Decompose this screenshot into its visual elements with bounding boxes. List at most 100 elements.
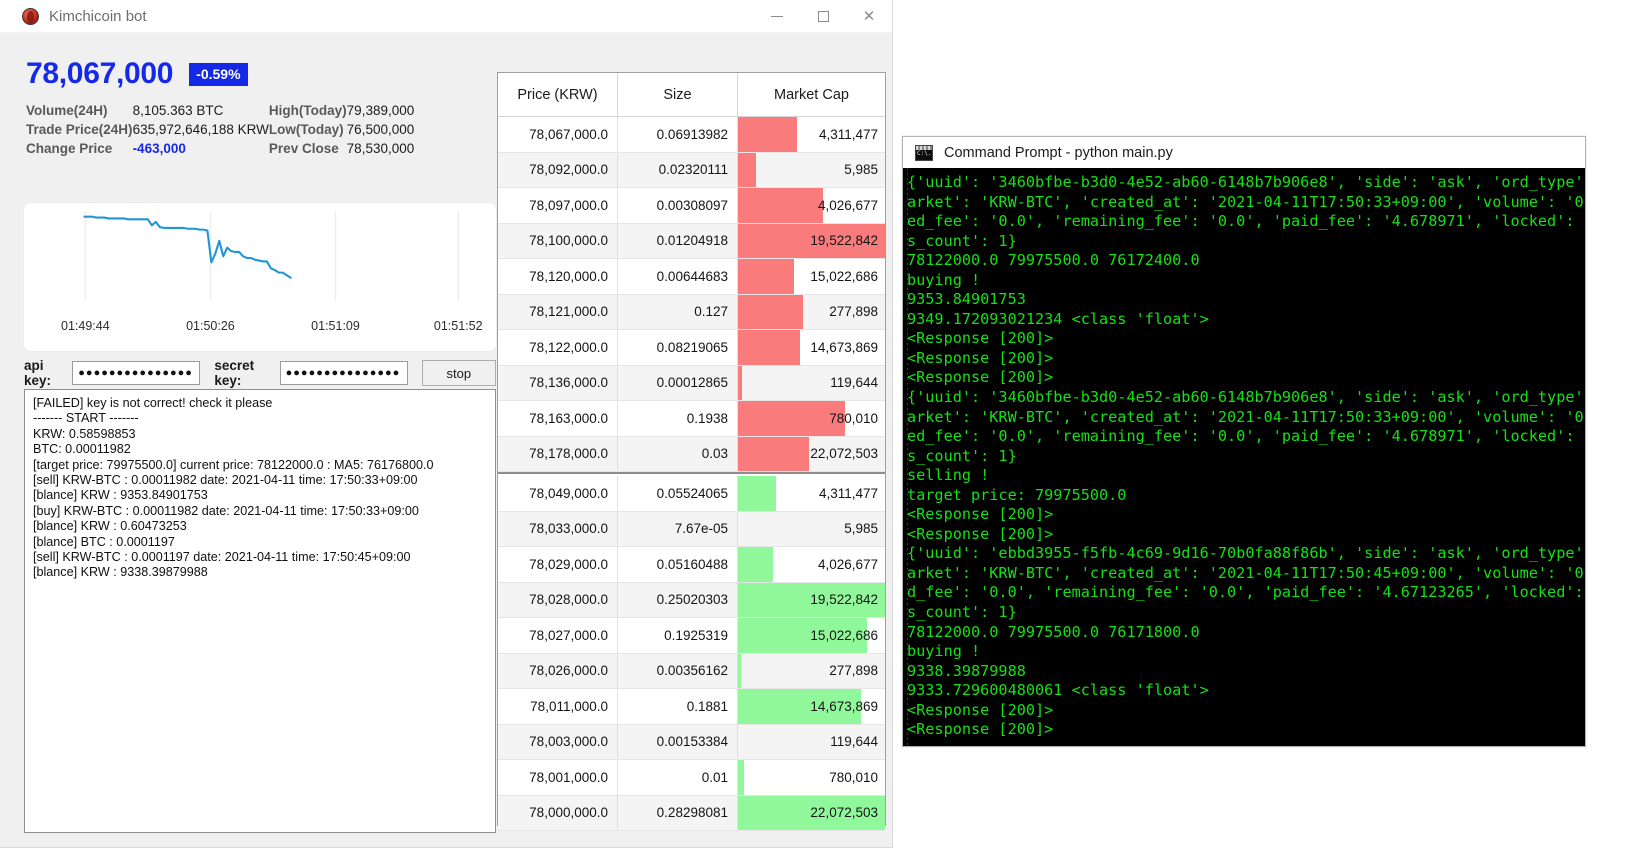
cell-size: 0.03 (618, 436, 738, 471)
cell-market-cap: 4,026,677 (738, 188, 885, 223)
market-cap-value: 22,072,503 (810, 446, 878, 462)
console-line: <Response [200]> (907, 505, 1054, 524)
table-row[interactable]: 78,011,000.0 0.1881 14,673,869 (498, 689, 885, 725)
table-row[interactable]: 78,049,000.0 0.05524065 4,311,477 (498, 476, 885, 512)
table-row[interactable]: 78,067,000.0 0.06913982 4,311,477 (498, 117, 885, 153)
chart-line-series (83, 215, 292, 279)
market-cap-bar (738, 365, 743, 400)
console-line: s_count': 1} (907, 446, 1017, 465)
console-line: s_count': 1} (907, 603, 1017, 622)
console-icon (915, 144, 933, 161)
stat-value: 76,500,000 (346, 122, 415, 137)
table-row[interactable]: 78,100,000.0 0.01204918 19,522,842 (498, 223, 885, 259)
cell-size: 0.01204918 (618, 223, 738, 258)
cell-market-cap: 15,022,686 (738, 618, 885, 653)
orderbook-table: Price (KRW) Size Market Cap 78,067,000.0… (497, 72, 886, 831)
console-line: <Response [200]> (907, 368, 1054, 387)
market-cap-bar (738, 259, 794, 294)
cell-market-cap: 277,898 (738, 294, 885, 329)
table-row[interactable]: 78,003,000.0 0.00153384 119,644 (498, 724, 885, 760)
cell-size: 0.1881 (618, 689, 738, 724)
table-row[interactable]: 78,120,000.0 0.00644683 15,022,686 (498, 259, 885, 295)
maximize-button[interactable] (800, 0, 846, 33)
market-cap-value: 780,010 (829, 410, 878, 426)
log-line: BTC: 0.00011982 (33, 442, 131, 457)
api-key-input[interactable]: ●●●●●●●●●●●●●●● (72, 361, 201, 385)
cell-market-cap: 4,026,677 (738, 547, 885, 582)
table-row[interactable]: 78,026,000.0 0.00356162 277,898 (498, 653, 885, 689)
orderbook-ask-section: 78,067,000.0 0.06913982 4,311,477 78,092,00… (498, 117, 885, 472)
market-cap-value: 119,644 (830, 375, 878, 391)
cell-size: 7.67e-05 (618, 511, 738, 546)
table-row[interactable]: 78,092,000.0 0.02320111 5,985 (498, 152, 885, 188)
cell-size: 0.05160488 (618, 547, 738, 582)
market-cap-bar (738, 152, 756, 187)
table-row[interactable]: 78,097,000.0 0.00308097 4,026,677 (498, 188, 885, 224)
cell-market-cap: 5,985 (738, 152, 885, 187)
market-cap-value: 780,010 (829, 769, 878, 785)
stat-label: Prev Close (268, 141, 339, 156)
stop-button[interactable]: stop (421, 360, 496, 386)
table-row[interactable]: 78,121,000.0 0.127 277,898 (498, 294, 885, 330)
command-prompt-output[interactable]: {'uuid': '3460bfbe-b3d0-4e52-ab60-6148b7… (905, 168, 1585, 746)
credentials-row: api key: ●●●●●●●●●●●●●●● secret key: ●●●… (24, 358, 496, 388)
table-row[interactable]: 78,122,000.0 0.08219065 14,673,869 (498, 330, 885, 366)
console-line: <Response [200]> (907, 524, 1054, 543)
cell-price: 78,003,000.0 (498, 724, 618, 759)
cell-market-cap: 5,985 (738, 512, 885, 547)
cell-price: 78,049,000.0 (498, 476, 618, 511)
market-cap-bar (738, 294, 803, 329)
console-line: s_count': 1} (907, 231, 1017, 250)
table-row[interactable]: 78,029,000.0 0.05160488 4,026,677 (498, 547, 885, 583)
table-row[interactable]: 78,136,000.0 0.00012865 119,644 (498, 365, 885, 401)
secret-key-label: secret key: (214, 358, 255, 388)
chart-x-tick-label: 01:51:52 (433, 319, 483, 333)
cell-price: 78,027,000.0 (498, 618, 618, 653)
market-cap-bar (738, 653, 741, 688)
minimize-button[interactable] (754, 0, 800, 33)
close-button[interactable]: ✕ (846, 0, 892, 33)
table-row[interactable]: 78,027,000.0 0.1925319 15,022,686 (498, 618, 885, 654)
secret-key-input[interactable]: ●●●●●●●●●●●●●●● (279, 361, 408, 385)
console-line: 78122000.0 79975500.0 76172400.0 (907, 251, 1200, 270)
console-line: 9353.84901753 (907, 290, 1026, 309)
table-row[interactable]: 78,001,000.0 0.01 780,010 (498, 760, 885, 796)
table-row[interactable]: 78,028,000.0 0.25020303 19,522,842 (498, 582, 885, 618)
market-cap-value: 277,898 (829, 663, 878, 679)
log-line: [sell] KRW-BTC : 0.0001197 date: 2021-04… (33, 550, 411, 565)
console-line: <Response [200]> (907, 700, 1054, 719)
command-prompt-titlebar: Command Prompt - python main.py (903, 137, 1585, 168)
stat-value-change: -463,000 (132, 141, 186, 156)
left-pane: 78,067,000 -0.59% Volume(24H) 8,105.363 … (12, 41, 496, 833)
table-row[interactable]: 78,033,000.0 7.67e-05 5,985 (498, 511, 885, 547)
console-line: <Response [200]> (907, 720, 1054, 739)
market-cap-value: 4,311,477 (818, 126, 878, 142)
api-key-label: api key: (24, 358, 52, 388)
cell-price: 78,100,000.0 (498, 223, 618, 258)
cell-size: 0.1925319 (618, 618, 738, 653)
cell-price: 78,121,000.0 (498, 294, 618, 329)
cell-market-cap: 14,673,869 (738, 330, 885, 365)
current-price: 78,067,000 (26, 57, 174, 90)
stats-row: Change Price -463,000 Prev Close 78,530,… (26, 139, 414, 158)
chart-x-axis-ticks: 01:49:44 01:50:26 01:51:09 01:51:52 (24, 319, 496, 339)
ticker-header: 78,067,000 -0.59% (12, 41, 496, 91)
chart-x-tick-label: 01:49:44 (61, 319, 110, 333)
table-row[interactable]: 78,000,000.0 0.28298081 22,072,503 (498, 795, 885, 831)
market-cap-bar (738, 760, 744, 795)
app-logo-icon (22, 7, 39, 25)
command-prompt-window: Command Prompt - python main.py {'uuid':… (902, 136, 1586, 747)
cell-price: 78,097,000.0 (498, 188, 618, 223)
console-line: arket': 'KRW-BTC', 'created_at': '2021-0… (907, 407, 1585, 426)
log-line: [blance] KRW : 0.60473253 (33, 519, 187, 534)
log-line: [FAILED] key is not correct! check it pl… (33, 396, 273, 410)
console-line: <Response [200]> (907, 329, 1054, 348)
log-output-textarea[interactable]: [FAILED] key is not correct! check it pl… (24, 389, 496, 833)
market-cap-value: 15,022,686 (810, 268, 878, 284)
table-row[interactable]: 78,178,000.0 0.03 22,072,503 (498, 436, 885, 472)
cell-price: 78,026,000.0 (498, 653, 618, 688)
cell-size: 0.28298081 (618, 795, 738, 830)
console-line: 9349.172093021234 <class 'float'> (907, 309, 1209, 328)
table-row[interactable]: 78,163,000.0 0.1938 780,010 (498, 401, 885, 437)
market-cap-bar (738, 117, 797, 152)
